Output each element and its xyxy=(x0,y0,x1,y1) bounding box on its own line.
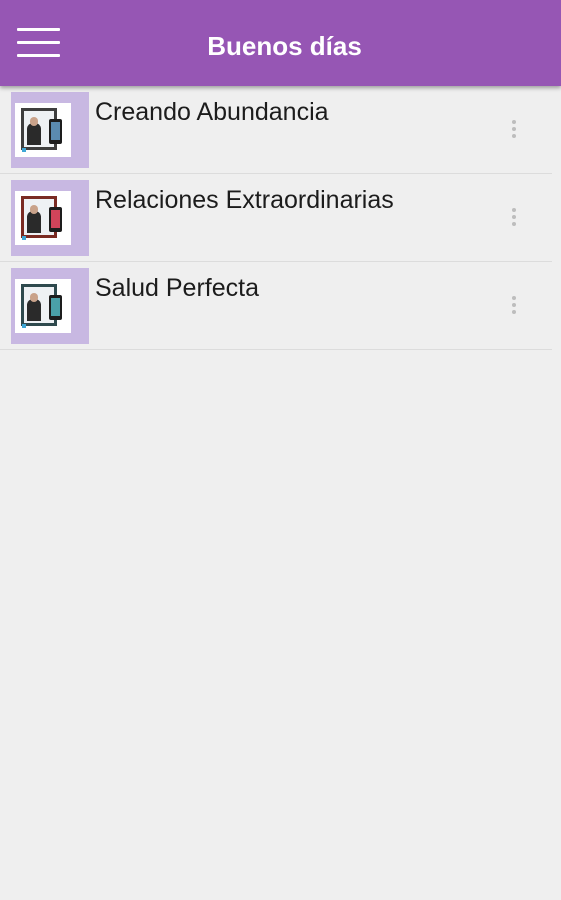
author-figure-icon xyxy=(27,123,41,145)
author-face-icon xyxy=(30,293,38,302)
phone-screen-icon xyxy=(51,122,60,140)
book-cover-thumbnail xyxy=(11,180,89,256)
author-figure-icon xyxy=(27,211,41,233)
more-vert-icon[interactable] xyxy=(494,290,534,320)
brand-dot-icon xyxy=(22,324,26,328)
author-face-icon xyxy=(30,205,38,214)
book-cover-thumbnail xyxy=(11,268,89,344)
phone-screen-icon xyxy=(51,298,60,316)
author-figure-icon xyxy=(27,299,41,321)
audio-list: Creando Abundancia Relaciones Extraordin… xyxy=(0,86,561,350)
more-vert-icon[interactable] xyxy=(494,114,534,144)
list-item-relaciones-extraordinarias[interactable]: Relaciones Extraordinarias xyxy=(0,174,552,262)
cover-image xyxy=(15,103,71,157)
cover-image xyxy=(15,191,71,245)
brand-dot-icon xyxy=(22,236,26,240)
page-title: Buenos días xyxy=(207,31,362,61)
cover-image xyxy=(15,279,71,333)
list-item-title: Relaciones Extraordinarias xyxy=(95,186,394,214)
app-bar: Buenos días xyxy=(0,0,561,86)
author-face-icon xyxy=(30,117,38,126)
more-vert-icon[interactable] xyxy=(494,202,534,232)
phone-screen-icon xyxy=(51,210,60,228)
list-item-title: Salud Perfecta xyxy=(95,274,259,302)
list-item-title: Creando Abundancia xyxy=(95,98,329,126)
brand-dot-icon xyxy=(22,148,26,152)
list-item-salud-perfecta[interactable]: Salud Perfecta xyxy=(0,262,552,350)
book-cover-thumbnail xyxy=(11,92,89,168)
list-item-creando-abundancia[interactable]: Creando Abundancia xyxy=(0,86,552,174)
